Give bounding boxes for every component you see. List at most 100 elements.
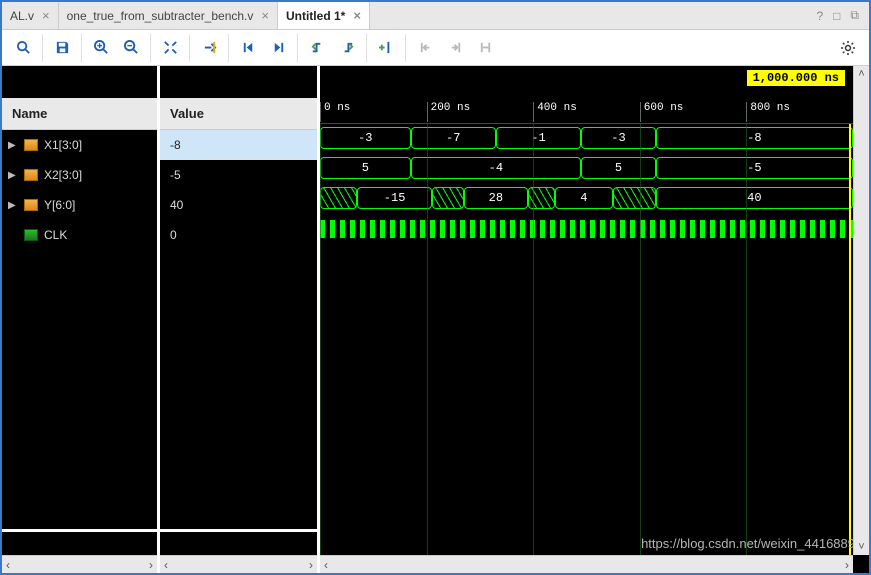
bus-segment: 4 [555, 187, 614, 209]
signal-name-list: ▶ X1[3:0] ▶ X2[3:0] ▶ Y[6:0] CLK [2, 130, 157, 529]
value-row-x2[interactable]: -5 [160, 160, 317, 190]
wave-scrollbar[interactable]: ‹› [320, 555, 853, 573]
swap-icon[interactable] [470, 34, 500, 62]
prev-edge-icon[interactable] [410, 34, 440, 62]
signal-row-clk[interactable]: CLK [2, 220, 157, 250]
name-scrollbar[interactable]: ‹› [2, 555, 157, 573]
tab-bar: AL.v × one_true_from_subtracter_bench.v … [2, 2, 869, 30]
cursor-time-badge: 1,000.000 ns [747, 70, 845, 86]
bus-segment: -1 [496, 127, 581, 149]
gridline [640, 124, 641, 573]
close-icon[interactable]: × [353, 8, 361, 23]
waveform-canvas[interactable]: 1,000.000 ns 0 ns 200 ns 400 ns 600 ns 800 n… [320, 66, 869, 573]
bus-segment: 5 [320, 157, 411, 179]
signal-value: -8 [170, 138, 181, 152]
gridline [320, 124, 321, 573]
wave-row-clk[interactable] [320, 214, 853, 244]
zoom-out-icon[interactable] [116, 34, 146, 62]
time-tick: 800 ns [746, 102, 790, 122]
name-panel: Name ▶ X1[3:0] ▶ X2[3:0] ▶ Y[6:0] CLK [2, 66, 157, 573]
vertical-scrollbar[interactable]: ˄ ˅ [853, 66, 869, 555]
bus-segment: -7 [411, 127, 496, 149]
signal-name: CLK [44, 228, 67, 242]
value-row-x1[interactable]: -8 [160, 130, 317, 160]
add-marker-icon[interactable] [371, 34, 401, 62]
bus-icon [24, 139, 38, 151]
scroll-left-icon: ‹ [6, 558, 10, 572]
scroll-up-icon: ˄ [858, 66, 864, 82]
maximize-icon[interactable]: □ [833, 9, 840, 23]
bus-segment [613, 187, 656, 209]
scroll-down-icon: ˅ [858, 539, 864, 555]
tab-label: one_true_from_subtracter_bench.v [67, 9, 254, 23]
next-transition-icon[interactable] [332, 34, 362, 62]
fit-icon[interactable] [155, 34, 185, 62]
goto-cursor-icon[interactable] [194, 34, 224, 62]
popout-icon[interactable]: ⧉ [850, 8, 859, 23]
first-icon[interactable] [233, 34, 263, 62]
gridline [533, 124, 534, 573]
help-icon[interactable]: ? [816, 9, 823, 23]
value-header: Value [160, 98, 317, 130]
bus-segment: 28 [464, 187, 528, 209]
waveform-rows: -3-7-1-3-8 5-45-5 -1528440 [320, 124, 853, 573]
clk-icon [24, 229, 38, 241]
signal-value: 0 [170, 228, 177, 242]
watermark: https://blog.csdn.net/weixin_4416889 [641, 536, 855, 551]
time-tick: 0 ns [320, 102, 350, 122]
signal-row-x2[interactable]: ▶ X2[3:0] [2, 160, 157, 190]
signal-row-x1[interactable]: ▶ X1[3:0] [2, 130, 157, 160]
time-tick: 200 ns [427, 102, 471, 122]
scroll-right-icon: › [149, 558, 153, 572]
value-scrollbar[interactable]: ‹› [160, 555, 317, 573]
gridline [427, 124, 428, 573]
signal-name: Y[6:0] [44, 198, 75, 212]
save-icon[interactable] [47, 34, 77, 62]
search-icon[interactable] [8, 34, 38, 62]
bus-icon [24, 199, 38, 211]
workspace: Name ▶ X1[3:0] ▶ X2[3:0] ▶ Y[6:0] CLK [2, 66, 869, 573]
prev-transition-icon[interactable] [302, 34, 332, 62]
bus-segment: -15 [357, 187, 432, 209]
bus-segment [320, 187, 357, 209]
bus-segment [528, 187, 555, 209]
tab-label: Untitled 1* [286, 9, 345, 23]
bus-segment: -3 [581, 127, 656, 149]
value-row-y[interactable]: 40 [160, 190, 317, 220]
wave-row-x1[interactable]: -3-7-1-3-8 [320, 124, 853, 154]
time-ruler[interactable]: 0 ns200 ns400 ns600 ns800 ns1,0 [320, 98, 853, 124]
settings-icon[interactable] [833, 34, 863, 62]
expand-icon[interactable]: ▶ [8, 170, 20, 181]
expand-icon[interactable]: ▶ [8, 200, 20, 211]
last-icon[interactable] [263, 34, 293, 62]
bus-segment: -8 [656, 127, 853, 149]
time-tick: 600 ns [640, 102, 684, 122]
bus-segment: -5 [656, 157, 853, 179]
bus-segment: -4 [411, 157, 582, 179]
close-icon[interactable]: × [42, 8, 50, 23]
bus-icon [24, 169, 38, 181]
tab-bench-v[interactable]: one_true_from_subtracter_bench.v × [59, 2, 278, 29]
scroll-right-icon: › [845, 558, 849, 572]
tab-al-v[interactable]: AL.v × [2, 2, 59, 29]
waveform-panel: 1,000.000 ns 0 ns 200 ns 400 ns 600 ns 800 n… [317, 66, 869, 573]
next-edge-icon[interactable] [440, 34, 470, 62]
signal-value: -5 [170, 168, 181, 182]
cursor-line[interactable] [849, 124, 851, 573]
scroll-left-icon: ‹ [324, 558, 328, 572]
signal-row-y[interactable]: ▶ Y[6:0] [2, 190, 157, 220]
time-tick: 400 ns [533, 102, 577, 122]
value-row-clk[interactable]: 0 [160, 220, 317, 250]
wave-row-y[interactable]: -1528440 [320, 184, 853, 214]
gridline [746, 124, 747, 573]
close-icon[interactable]: × [261, 8, 269, 23]
zoom-in-icon[interactable] [86, 34, 116, 62]
clock-wave [320, 220, 853, 238]
bus-segment [432, 187, 464, 209]
bus-segment: 5 [581, 157, 656, 179]
tab-untitled-1[interactable]: Untitled 1* × [278, 2, 370, 29]
tabbar-actions: ? □ ⧉ [816, 8, 869, 23]
bus-segment: -3 [320, 127, 411, 149]
wave-row-x2[interactable]: 5-45-5 [320, 154, 853, 184]
expand-icon[interactable]: ▶ [8, 140, 20, 151]
